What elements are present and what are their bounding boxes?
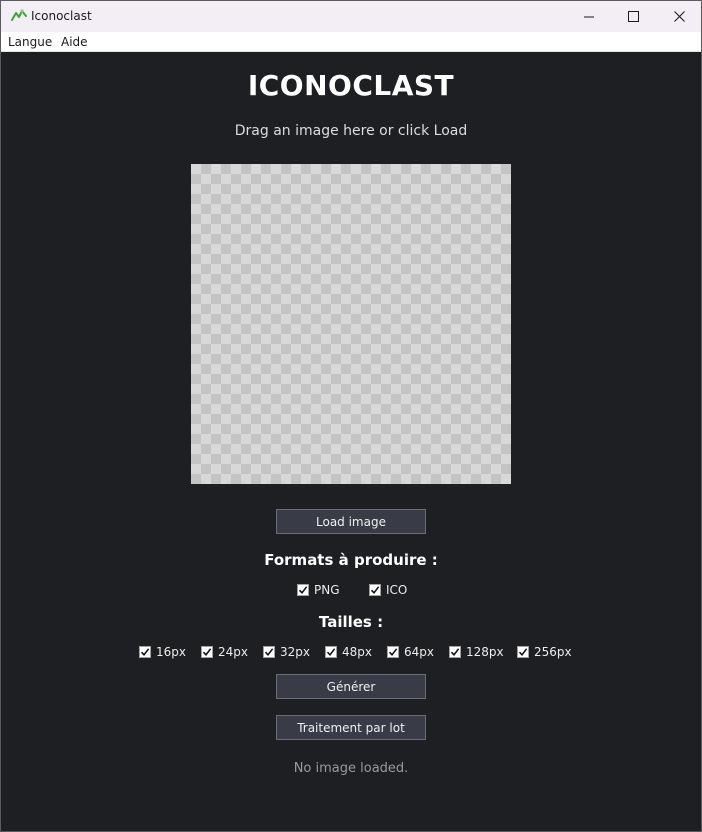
minimize-icon — [584, 12, 594, 22]
size-label: 64px — [404, 645, 434, 659]
size-256-checkbox[interactable]: 256px — [517, 645, 572, 659]
app-logo-icon — [11, 8, 27, 24]
sizes-heading: Tailles : — [318, 613, 384, 631]
image-drop-zone[interactable] — [191, 164, 511, 484]
menu-bar: Langue Aide — [1, 32, 701, 52]
title-bar[interactable]: Iconoclast — [1, 1, 701, 32]
checkbox-checked-icon — [387, 646, 399, 658]
checkbox-checked-icon — [139, 646, 151, 658]
size-24-checkbox[interactable]: 24px — [201, 645, 248, 659]
size-64-checkbox[interactable]: 64px — [387, 645, 434, 659]
checkbox-checked-icon — [325, 646, 337, 658]
batch-processing-button[interactable]: Traitement par lot — [276, 715, 426, 740]
app-window: Iconoclast Langue Aide ICONOCLAST Drag a… — [0, 0, 702, 832]
status-text: No image loaded. — [293, 761, 409, 776]
format-ico-checkbox[interactable]: ICO — [369, 583, 407, 597]
close-button[interactable] — [656, 1, 701, 32]
close-icon — [673, 11, 685, 22]
generate-button[interactable]: Générer — [276, 674, 426, 699]
page-title: ICONOCLAST — [247, 69, 455, 102]
size-16-checkbox[interactable]: 16px — [139, 645, 186, 659]
menu-langue[interactable]: Langue — [8, 35, 52, 49]
size-label: 128px — [466, 645, 504, 659]
size-128-checkbox[interactable]: 128px — [449, 645, 504, 659]
menu-aide[interactable]: Aide — [61, 35, 88, 49]
drop-hint: Drag an image here or click Load — [234, 123, 468, 139]
size-48-checkbox[interactable]: 48px — [325, 645, 372, 659]
checkbox-checked-icon — [369, 584, 381, 596]
minimize-button[interactable] — [566, 1, 612, 32]
format-png-label: PNG — [314, 583, 340, 597]
window-title: Iconoclast — [31, 9, 92, 23]
size-label: 24px — [218, 645, 248, 659]
maximize-button[interactable] — [610, 1, 656, 32]
maximize-icon — [627, 11, 639, 22]
checkbox-checked-icon — [449, 646, 461, 658]
formats-heading: Formats à produire : — [264, 551, 438, 569]
size-32-checkbox[interactable]: 32px — [263, 645, 310, 659]
checkbox-checked-icon — [297, 584, 309, 596]
size-label: 16px — [156, 645, 186, 659]
size-label: 48px — [342, 645, 372, 659]
checkbox-checked-icon — [201, 646, 213, 658]
size-label: 32px — [280, 645, 310, 659]
format-ico-label: ICO — [386, 583, 408, 597]
load-image-button[interactable]: Load image — [276, 509, 426, 534]
size-label: 256px — [534, 645, 572, 659]
checkbox-checked-icon — [517, 646, 529, 658]
main-content: ICONOCLAST Drag an image here or click L… — [1, 52, 701, 831]
format-png-checkbox[interactable]: PNG — [297, 583, 340, 597]
checkbox-checked-icon — [263, 646, 275, 658]
